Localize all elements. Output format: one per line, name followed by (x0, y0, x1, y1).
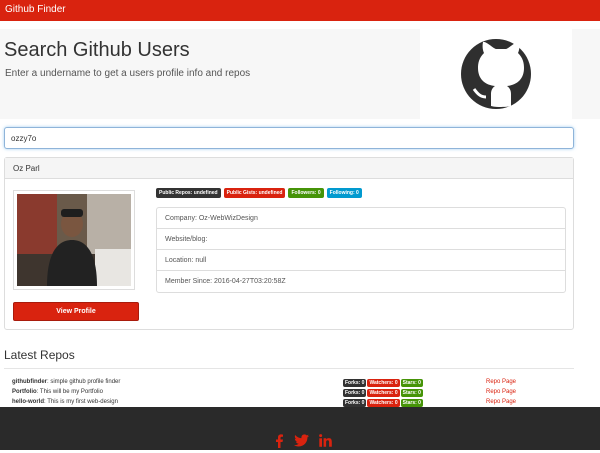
location-item: Location: null (157, 250, 565, 271)
social-links (274, 434, 332, 453)
repo-badges: Forks: 0 Watchers: 0 Stars: 0 (343, 399, 423, 407)
forks-badge: Forks: 0 (343, 379, 367, 387)
repo-badges: Forks: 0 Watchers: 0 Stars: 0 (343, 379, 423, 387)
stars-badge: Stars: 0 (400, 389, 423, 397)
search-input[interactable] (4, 127, 574, 149)
view-profile-button[interactable]: View Profile (13, 302, 139, 321)
watchers-badge: Watchers: 0 (367, 399, 400, 407)
latest-repos-heading: Latest Repos (4, 348, 75, 362)
brand-link[interactable]: Github Finder (5, 4, 66, 15)
watchers-badge: Watchers: 0 (367, 379, 400, 387)
repo-page-link[interactable]: Repo Page (486, 379, 516, 385)
member-since-item: Member Since: 2016-04-27T03:20:58Z (165, 278, 286, 285)
page-subtitle: Enter a undername to get a users profile… (5, 68, 251, 79)
jumbotron: Search Github Users Enter a undername to… (0, 29, 600, 119)
company-item: Company: Oz-WebWizDesign (157, 208, 565, 229)
stars-badge: Stars: 0 (400, 379, 423, 387)
repo-description: : simple github profile finder (47, 379, 121, 385)
followers-badge: Followers: 0 (288, 188, 324, 198)
repo-description: : This is my first web-design (44, 399, 118, 405)
navbar: Github Finder (0, 0, 600, 21)
facebook-icon[interactable] (274, 434, 284, 453)
watchers-badge: Watchers: 0 (367, 389, 400, 397)
twitter-icon[interactable] (294, 434, 309, 453)
profile-name: Oz Parl (5, 158, 573, 179)
website-item: Website/blog: (157, 229, 565, 250)
following-badge: Following: 0 (326, 188, 362, 198)
page-title: Search Github Users (4, 39, 190, 61)
stars-badge: Stars: 0 (400, 399, 423, 407)
repo-name: githubfinder (12, 379, 47, 385)
repo-badges: Forks: 0 Watchers: 0 Stars: 0 (343, 389, 423, 397)
github-logo-icon (420, 29, 572, 119)
public-gists-badge: Public Gists: undefined (223, 188, 286, 198)
avatar (13, 190, 135, 290)
forks-badge: Forks: 0 (343, 399, 367, 407)
stats-badges: Public Repos: undefined Public Gists: un… (156, 188, 362, 198)
public-repos-badge: Public Repos: undefined (156, 188, 221, 198)
repo-name: Portfolio (12, 389, 37, 395)
linkedin-icon[interactable] (319, 434, 332, 453)
footer (0, 407, 600, 450)
repo-title: Portfolio: This will be my Portfolio (12, 389, 103, 395)
repo-page-link[interactable]: Repo Page (486, 389, 516, 395)
repo-row: Portfolio: This will be my Portfolio For… (0, 389, 600, 398)
repo-title: hello-world: This is my first web-design (12, 399, 118, 405)
forks-badge: Forks: 0 (343, 389, 367, 397)
repo-description: : This will be my Portfolio (36, 389, 103, 395)
profile-panel: Oz Parl View Profile Public Repos: undef… (4, 157, 574, 330)
divider (4, 368, 574, 369)
repo-page-link[interactable]: Repo Page (486, 399, 516, 405)
repo-name: hello-world (12, 399, 44, 405)
profile-info-list: Company: Oz-WebWizDesign Website/blog: L… (156, 207, 566, 293)
repo-row: githubfinder: simple github profile find… (0, 379, 600, 388)
repo-title: githubfinder: simple github profile find… (12, 379, 120, 385)
